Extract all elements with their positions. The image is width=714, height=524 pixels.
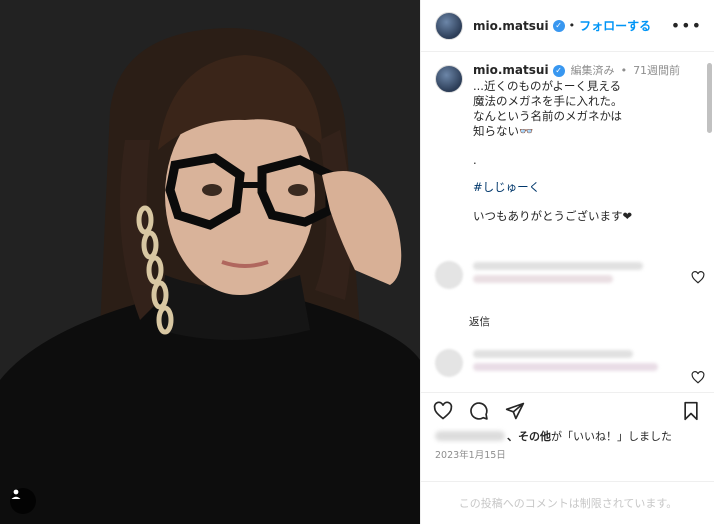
comments-restricted-notice: この投稿へのコメントは制限されています。 <box>421 481 714 524</box>
comment-text-blurred <box>473 350 633 358</box>
comments-scrollbar[interactable] <box>707 63 712 133</box>
person-tag-icon[interactable] <box>10 488 36 514</box>
bookmark-icon[interactable] <box>681 401 701 421</box>
liker-name-blurred[interactable] <box>435 431 505 441</box>
comment-item <box>435 259 705 303</box>
post-header: mio.matsui ✓ • フォローする ••• <box>421 0 714 52</box>
post-date[interactable]: 2023年1月15日 <box>435 447 506 461</box>
caption: mio.matsui ✓ 編集済み • 71週間前 ...近くのものがよーく見え… <box>421 53 714 224</box>
more-options-icon[interactable]: ••• <box>671 16 702 35</box>
caption-username[interactable]: mio.matsui <box>473 63 549 78</box>
comments-section[interactable]: mio.matsui ✓ 編集済み • 71週間前 ...近くのものがよーく見え… <box>421 53 714 387</box>
comment-text-blurred <box>473 262 643 270</box>
comment-bubble-icon[interactable] <box>469 401 489 421</box>
caption-dot-line: . <box>473 153 477 167</box>
heart-icon[interactable] <box>433 401 453 421</box>
comment-text-blurred <box>473 275 613 283</box>
likes-and-others-label: 、その他 <box>507 430 551 443</box>
post-side-panel: mio.matsui ✓ • フォローする ••• mio.matsui ✓ 編… <box>420 0 714 524</box>
commenter-avatar[interactable] <box>435 349 463 377</box>
reply-button[interactable]: 返信 <box>469 314 490 329</box>
edited-label: 編集済み <box>570 64 615 77</box>
comment-like-heart-icon[interactable] <box>691 371 705 384</box>
author-username[interactable]: mio.matsui <box>473 19 549 33</box>
caption-separator: • <box>620 64 628 77</box>
caption-avatar[interactable] <box>435 65 463 93</box>
paper-plane-icon[interactable] <box>505 401 525 421</box>
caption-verified-badge-icon: ✓ <box>552 64 565 77</box>
action-bar <box>421 392 714 428</box>
caption-time[interactable]: 71週間前 <box>633 63 680 78</box>
portrait-illustration <box>0 0 420 524</box>
comment-item <box>435 347 705 387</box>
likes-suffix: が「いいね！」しました <box>551 430 672 443</box>
caption-hashtag[interactable]: #しじゅーく <box>473 180 680 195</box>
header-separator: • <box>568 19 576 32</box>
comment-like-heart-icon[interactable] <box>691 271 705 284</box>
verified-badge-icon: ✓ <box>552 19 565 32</box>
follow-button[interactable]: フォローする <box>579 17 651 34</box>
author-avatar[interactable] <box>435 11 463 40</box>
caption-thanks: いつもありがとうございます❤ <box>473 209 633 223</box>
caption-text: ...近くのものがよーく見える 魔法のメガネを手に入れた。 なんという名前のメガ… <box>473 79 623 138</box>
likes-summary: 、その他 が「いいね！」しました <box>435 428 672 444</box>
comment-text-blurred <box>473 363 658 371</box>
post-photo[interactable] <box>0 0 420 524</box>
commenter-avatar[interactable] <box>435 261 463 289</box>
